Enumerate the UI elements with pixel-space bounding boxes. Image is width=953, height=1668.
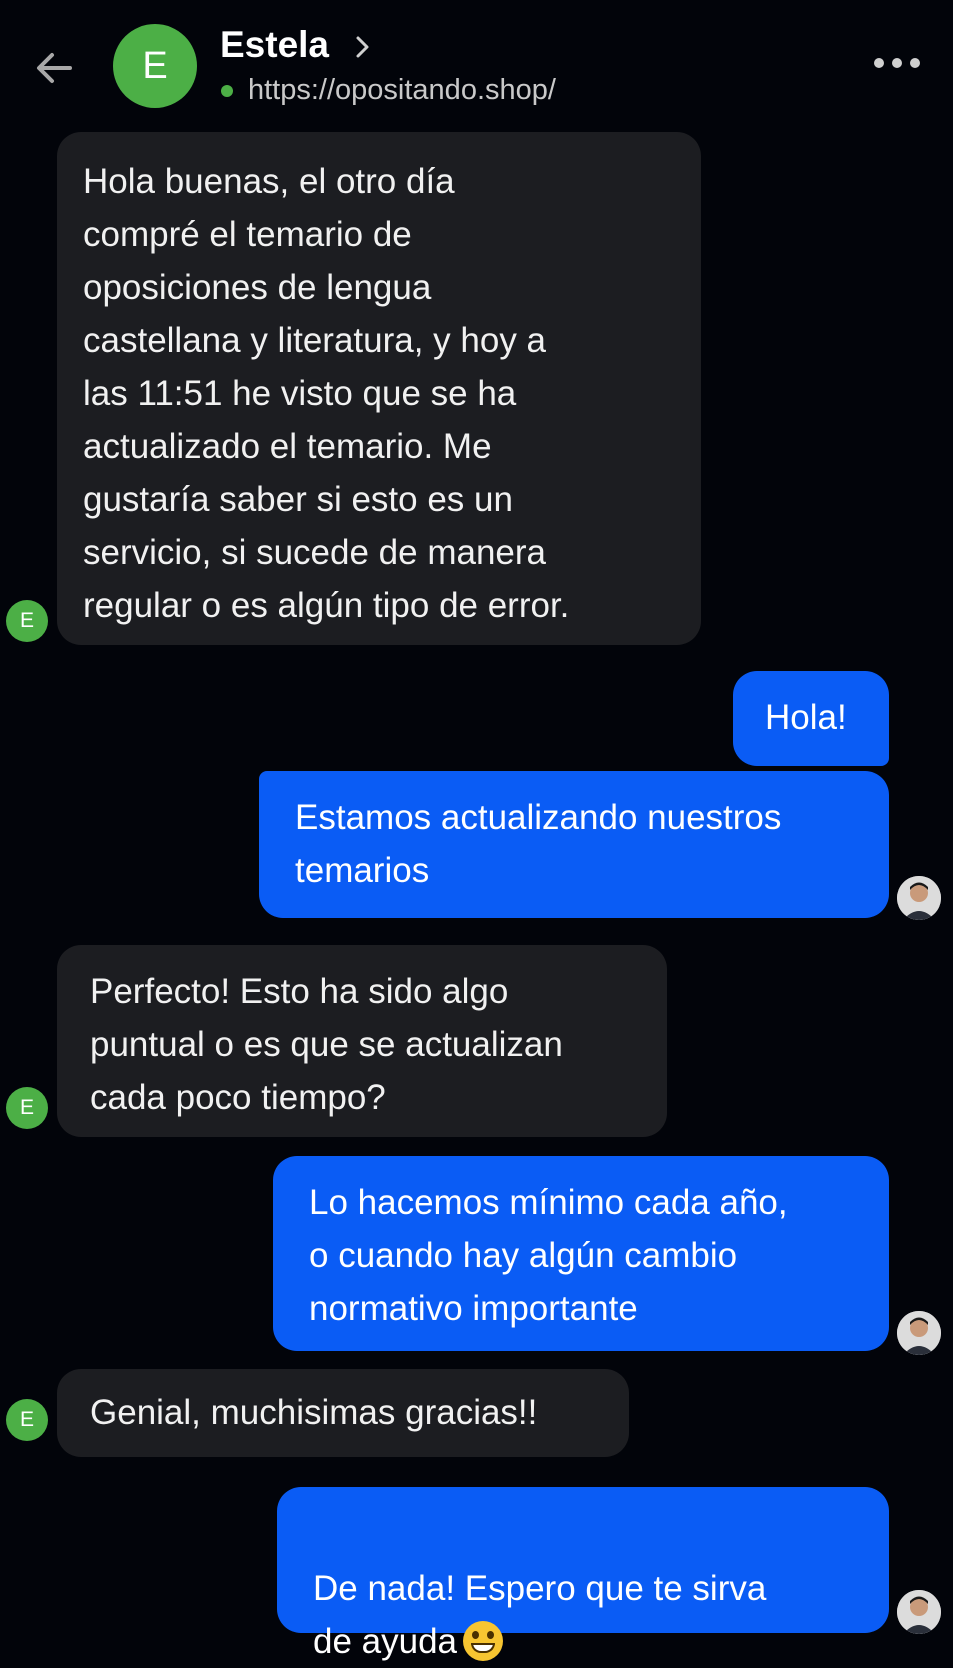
message-text: De nada! Espero que te sirva de ayuda — [313, 1569, 767, 1661]
customer-avatar: E — [6, 1399, 48, 1441]
contact-avatar[interactable]: E — [113, 24, 197, 108]
message-bubble-incoming: Perfecto! Esto ha sido algo puntual o es… — [57, 945, 667, 1137]
agent-avatar-photo — [897, 876, 941, 920]
more-horizontal-icon[interactable] — [868, 48, 926, 78]
arrow-left-icon[interactable] — [30, 44, 78, 92]
customer-avatar: E — [6, 600, 48, 642]
message-bubble-outgoing: Lo hacemos mínimo cada año, o cuando hay… — [273, 1156, 889, 1351]
agent-avatar-photo — [897, 1590, 941, 1634]
agent-avatar-photo — [897, 1311, 941, 1355]
customer-avatar-initial: E — [19, 1408, 34, 1431]
customer-avatar-initial: E — [19, 1096, 34, 1119]
message-bubble-outgoing: De nada! Espero que te sirva de ayuda — [277, 1487, 889, 1661]
customer-avatar-initial: E — [19, 609, 34, 632]
chevron-right-icon[interactable] — [352, 30, 374, 64]
contact-url[interactable]: https://opositando.shop/ — [248, 74, 556, 107]
contact-avatar-initial: E — [142, 44, 168, 87]
grinning-face-icon — [463, 1621, 504, 1661]
contact-name[interactable]: Estela — [220, 24, 329, 66]
agent-avatar — [897, 1311, 941, 1355]
message-bubble-outgoing: Hola! — [733, 671, 889, 766]
message-bubble-outgoing: Estamos actualizando nuestros temarios — [259, 771, 889, 918]
agent-avatar — [897, 876, 941, 920]
chat-header: E Estela https://opositando.shop/ — [0, 0, 953, 120]
agent-avatar — [897, 1590, 941, 1634]
online-status-dot — [221, 85, 233, 97]
message-bubble-incoming: Hola buenas, el otro día compré el temar… — [57, 132, 701, 645]
message-bubble-incoming: Genial, muchisimas gracias!! — [57, 1369, 629, 1457]
customer-avatar: E — [6, 1087, 48, 1129]
